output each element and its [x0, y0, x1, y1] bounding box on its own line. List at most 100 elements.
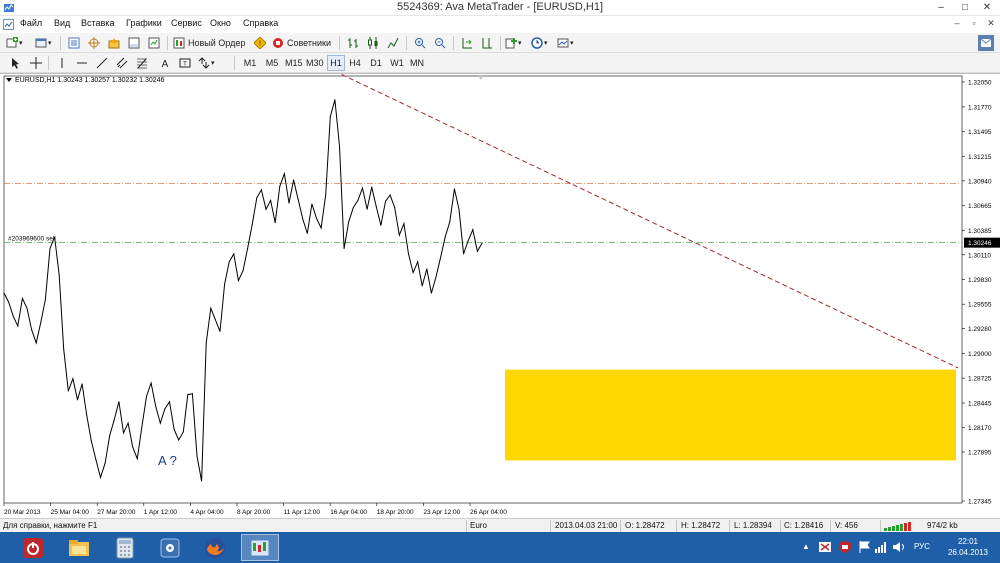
- tray-app-icon-1[interactable]: [818, 541, 832, 553]
- menu-window[interactable]: Окно: [210, 18, 231, 28]
- tray-shield-icon[interactable]: [838, 541, 852, 553]
- price-point: [118, 401, 120, 403]
- channel-button[interactable]: [114, 55, 130, 71]
- timeframe-m5[interactable]: M5: [264, 55, 280, 71]
- collapse-triangle-icon[interactable]: [6, 78, 12, 83]
- tester-button[interactable]: [146, 35, 162, 51]
- text-label-icon: T: [179, 58, 191, 68]
- price-chart[interactable]: 1.32050 1.31770 1.31495 1.31215 1.30940 1.306…: [0, 74, 1000, 519]
- timeframe-d1[interactable]: D1: [368, 55, 384, 71]
- indicators-button[interactable]: ▾: [505, 35, 522, 51]
- templates-button[interactable]: ▾: [557, 35, 574, 51]
- price-point: [113, 419, 115, 420]
- market-watch-button[interactable]: [66, 35, 82, 51]
- status-help: Для справки, нажмите F1: [3, 521, 98, 530]
- advisors-button[interactable]: Советники: [272, 35, 334, 51]
- timeframe-m15[interactable]: M15: [285, 55, 303, 71]
- price-point: [132, 446, 134, 448]
- mdi-restore-button[interactable]: ▫: [967, 17, 981, 30]
- clock-time: 22:01: [957, 537, 978, 546]
- taskbar-control-panel[interactable]: [151, 534, 189, 561]
- taskbar-explorer[interactable]: [60, 534, 98, 561]
- chart-shift-button[interactable]: [479, 35, 495, 51]
- timeframe-h1[interactable]: H1: [327, 55, 345, 71]
- terminal-button[interactable]: [126, 35, 142, 51]
- new-order-button[interactable]: Новый Ордер: [173, 35, 249, 51]
- network-icon[interactable]: [874, 541, 888, 553]
- taskbar-metatrader[interactable]: [241, 534, 279, 561]
- current-price-label: 1.30246: [968, 240, 992, 247]
- cursor-button[interactable]: [8, 55, 24, 71]
- zoom-in-button[interactable]: [412, 35, 428, 51]
- timeframe-m30[interactable]: M30: [306, 55, 324, 71]
- text-button[interactable]: A: [157, 55, 173, 71]
- text-a-icon: A: [162, 59, 169, 69]
- price-tick-label: 1.27895: [968, 450, 992, 457]
- volume-icon[interactable]: [892, 541, 906, 553]
- timeframe-h4[interactable]: H4: [347, 55, 363, 71]
- menu-help[interactable]: Справка: [243, 18, 278, 28]
- price-tick-label: 1.30940: [968, 178, 992, 185]
- tray-expand-icon[interactable]: ▲: [802, 542, 810, 551]
- price-point: [146, 395, 147, 397]
- price-point: [251, 224, 253, 225]
- taskbar-clock[interactable]: 22:01 26.04.2013: [948, 536, 988, 558]
- taskbar-calculator[interactable]: [106, 534, 144, 561]
- menu-view[interactable]: Вид: [54, 18, 70, 28]
- chart-window-icon[interactable]: [3, 19, 14, 30]
- horizontal-line-button[interactable]: [74, 55, 90, 71]
- menu-insert[interactable]: Вставка: [81, 18, 114, 28]
- time-tick-label: 27 Mar 20:00: [97, 509, 136, 516]
- periods-button[interactable]: ▾: [531, 35, 548, 51]
- maximize-button[interactable]: □: [954, 0, 976, 15]
- mdi-minimize-button[interactable]: –: [950, 17, 964, 30]
- menu-charts[interactable]: Графики: [126, 18, 162, 28]
- price-point: [293, 179, 295, 181]
- strategy-tester-icon: [148, 37, 160, 49]
- taskbar-power-app[interactable]: [14, 534, 52, 561]
- price-point: [8, 301, 10, 303]
- price-point: [159, 422, 161, 424]
- price-point: [421, 285, 423, 287]
- chart-annotation: A ?: [158, 453, 177, 468]
- taskbar-firefox[interactable]: [196, 534, 234, 561]
- price-tick-label: 1.29000: [968, 351, 992, 358]
- fibonacci-button[interactable]: [134, 55, 150, 71]
- minimize-button[interactable]: –: [930, 0, 952, 15]
- tray-flag-icon[interactable]: [858, 541, 872, 553]
- chart-window[interactable]: 1.32050 1.31770 1.31495 1.31215 1.30940 1.306…: [0, 73, 1000, 518]
- timeframe-mn[interactable]: MN: [409, 55, 425, 71]
- template-icon: [557, 38, 569, 48]
- profiles-button[interactable]: ▾: [35, 35, 52, 51]
- price-point: [247, 248, 249, 249]
- candlestick-button[interactable]: [365, 35, 381, 51]
- mdi-close-button[interactable]: ✕: [984, 17, 998, 30]
- bar-chart-button[interactable]: [345, 35, 361, 51]
- vertical-line-button[interactable]: [54, 55, 70, 71]
- navigator-button[interactable]: [106, 35, 122, 51]
- equidistant-channel-icon: [116, 57, 128, 69]
- price-point: [449, 221, 451, 223]
- mailbox-button[interactable]: [978, 35, 994, 51]
- price-point: [26, 307, 28, 309]
- crosshair-button[interactable]: [28, 55, 44, 71]
- close-button[interactable]: ✕: [976, 0, 998, 15]
- line-chart-button[interactable]: [385, 35, 401, 51]
- metaeditor-button[interactable]: !: [252, 35, 268, 51]
- price-point: [311, 203, 313, 205]
- menu-file[interactable]: Файл: [20, 18, 42, 28]
- arrows-button[interactable]: ▾: [198, 55, 215, 71]
- language-indicator[interactable]: РУС: [914, 542, 930, 551]
- new-chart-button[interactable]: ▾: [6, 35, 23, 51]
- price-tick-label: 1.32050: [968, 80, 992, 87]
- menu-tools[interactable]: Сервис: [171, 18, 202, 28]
- text-label-button[interactable]: T: [177, 55, 193, 71]
- status-profile: Euro: [470, 521, 487, 530]
- timeframe-m1[interactable]: M1: [242, 55, 258, 71]
- trendline-button[interactable]: [94, 55, 110, 71]
- price-point: [453, 188, 455, 190]
- data-window-button[interactable]: [86, 35, 102, 51]
- auto-scroll-button[interactable]: [459, 35, 475, 51]
- zoom-out-button[interactable]: [432, 35, 448, 51]
- timeframe-w1[interactable]: W1: [389, 55, 405, 71]
